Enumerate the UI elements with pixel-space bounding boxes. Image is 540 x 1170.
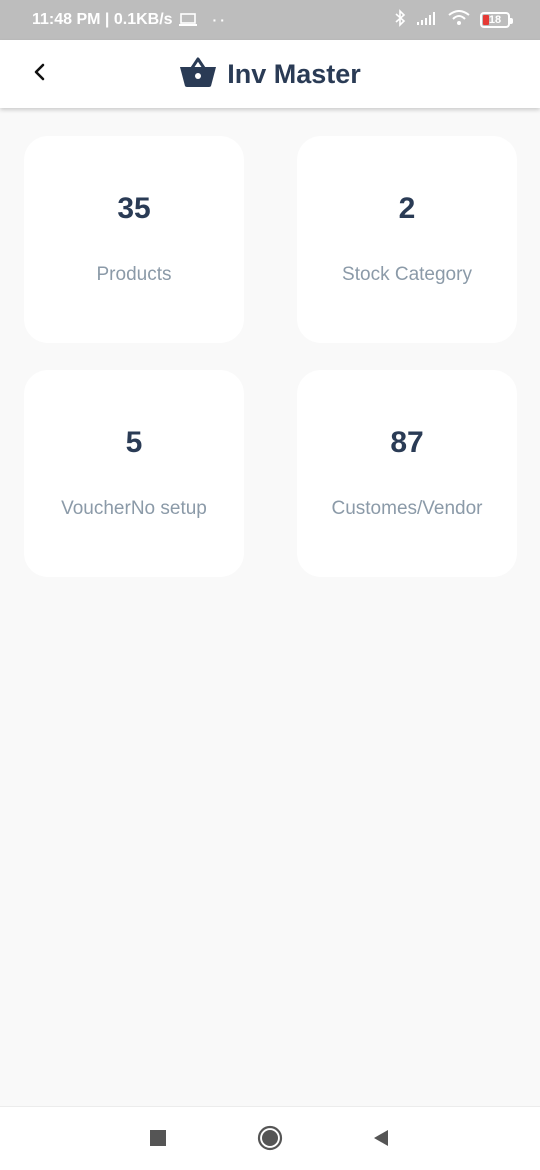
stat-card-stock-category[interactable]: 2 Stock Category [297, 136, 517, 343]
stat-label: Stock Category [342, 264, 472, 285]
status-time: 11:48 PM | 0.1KB/s [32, 11, 173, 28]
page-title: Inv Master [227, 58, 361, 89]
stat-card-products[interactable]: 35 Products [24, 136, 244, 343]
battery-icon: 18 [480, 12, 513, 28]
recents-square-icon [149, 1129, 167, 1152]
chevron-left-icon [32, 63, 48, 86]
stat-card-customers-vendor[interactable]: 87 Customes/Vendor [297, 370, 517, 577]
stat-label: Customes/Vendor [331, 498, 483, 519]
stat-label: VoucherNo setup [61, 498, 207, 519]
battery-percent: 18 [488, 14, 502, 26]
app-bar: Inv Master [0, 40, 540, 108]
app-title-group: Inv Master [179, 56, 361, 93]
bluetooth-icon [394, 8, 406, 32]
back-triangle-icon [371, 1128, 391, 1153]
stat-value: 5 [125, 426, 143, 459]
stat-card-voucherno-setup[interactable]: 5 VoucherNo setup [24, 370, 244, 577]
back-button[interactable] [24, 58, 56, 90]
notification-dots: ·· [212, 12, 228, 28]
basket-icon [179, 56, 217, 93]
home-button[interactable] [257, 1125, 283, 1156]
status-bar: 11:48 PM | 0.1KB/s ·· 18 [0, 0, 540, 40]
wifi-icon [448, 9, 470, 31]
stat-value: 2 [398, 192, 416, 225]
back-nav-button[interactable] [368, 1127, 394, 1153]
status-left: 11:48 PM | 0.1KB/s ·· [32, 11, 228, 29]
stat-value: 87 [390, 426, 424, 459]
recents-button[interactable] [145, 1127, 171, 1153]
stat-value: 35 [117, 192, 151, 225]
system-nav-bar [0, 1106, 540, 1170]
home-circle-icon [257, 1125, 283, 1156]
laptop-icon [178, 13, 197, 27]
status-right: 18 [394, 8, 513, 32]
signal-icon [416, 10, 438, 31]
stat-label: Products [96, 264, 172, 285]
